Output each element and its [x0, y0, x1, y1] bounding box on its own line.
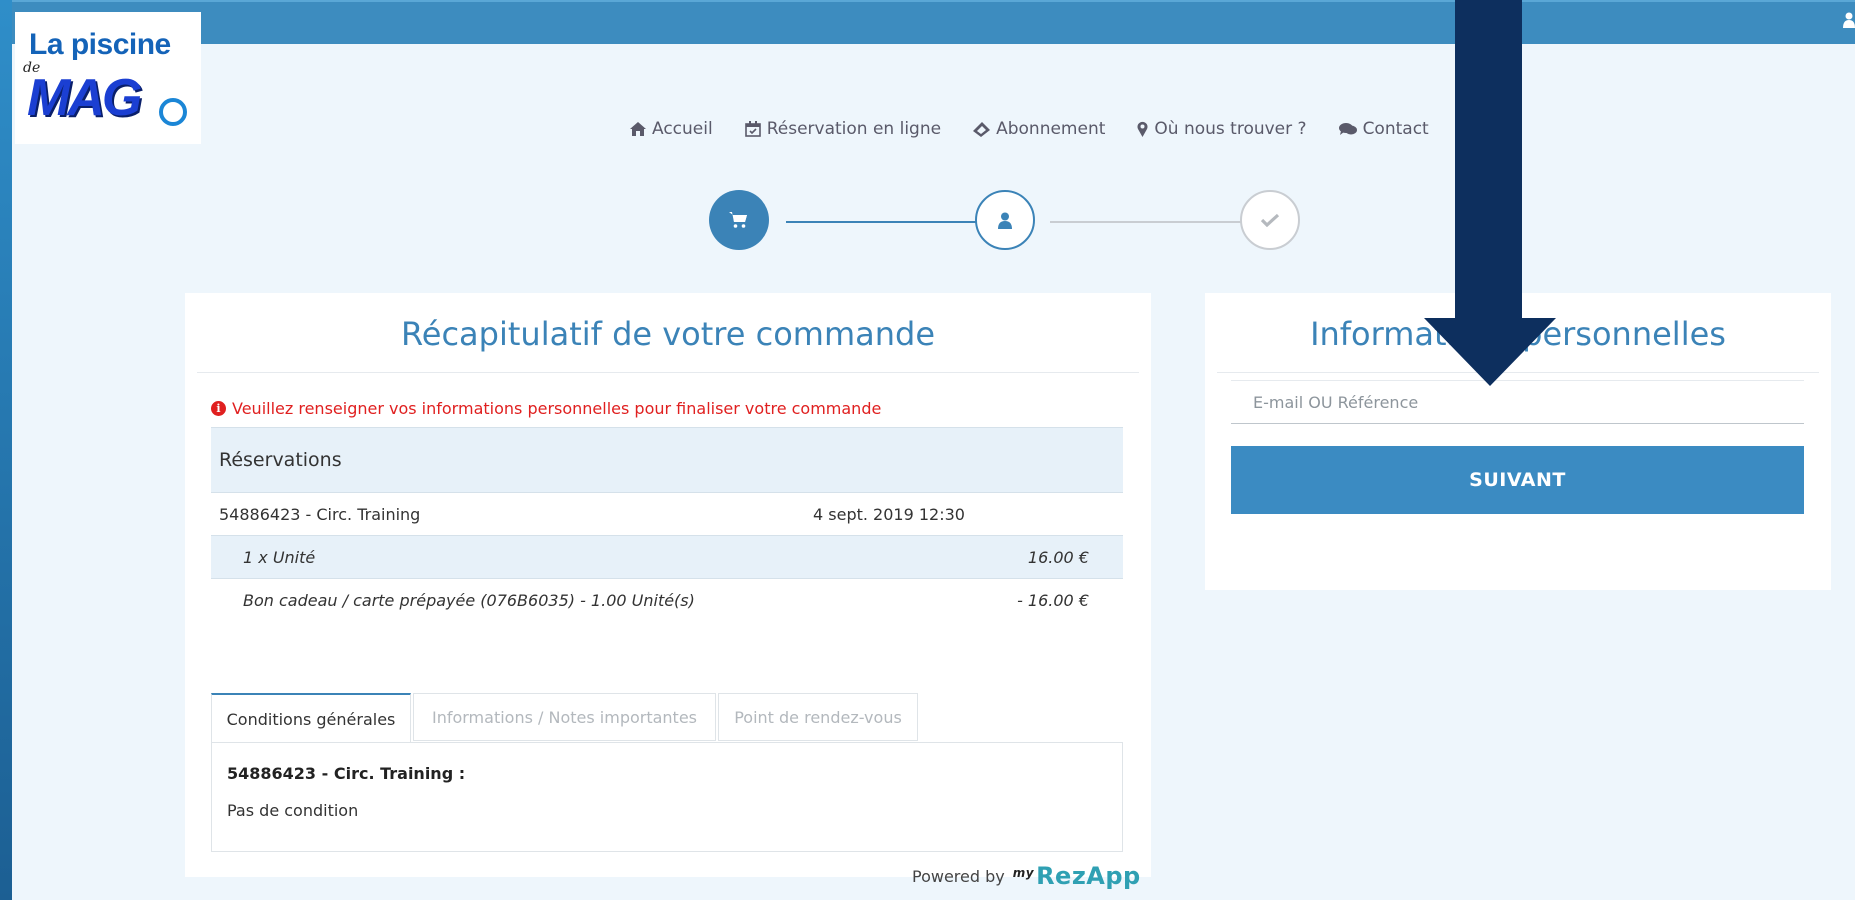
rezapp-logo[interactable]: my RezApp	[1013, 862, 1141, 890]
step-confirmation[interactable]	[1240, 190, 1300, 250]
step-cart[interactable]	[709, 190, 769, 250]
divider	[1217, 372, 1819, 373]
table-header: Réservations	[211, 427, 1123, 493]
divider	[197, 372, 1139, 373]
reservation-date: 4 sept. 2019 12:30	[813, 504, 965, 524]
next-button[interactable]: SUIVANT	[1231, 446, 1804, 514]
unit-amount: 16.00 €	[1027, 547, 1089, 567]
info-circle-icon: i	[211, 401, 226, 416]
table-row: 1 x Unité 16.00 €	[211, 536, 1123, 579]
stepper-line-completed	[786, 221, 990, 223]
unit-label: 1 x Unité	[243, 547, 316, 567]
info-tabs: Conditions générales Informations / Note…	[211, 693, 1123, 743]
personal-info-panel: Informations personnelles SUIVANT	[1205, 293, 1831, 590]
ticket-icon	[973, 121, 991, 137]
check-icon	[1261, 213, 1279, 227]
nav-label: Réservation en ligne	[766, 119, 942, 139]
table-row: Bon cadeau / carte prépayée (076B6035) -…	[211, 579, 1123, 621]
rezapp-logo-text: RezApp	[1036, 862, 1141, 890]
main-nav: Accueil Réservation en ligne Abonnement …	[630, 114, 1429, 144]
nav-item-abonnement[interactable]: Abonnement	[973, 119, 1105, 139]
table-row: 54886423 - Circ. Training 4 sept. 2019 1…	[211, 493, 1123, 536]
conditions-title: 54886423 - Circ. Training :	[227, 764, 466, 783]
calendar-check-icon	[744, 121, 761, 137]
personal-info-title: Informations personnelles	[1310, 315, 1726, 353]
conditions-text: Pas de condition	[227, 801, 359, 820]
gift-card-label: Bon cadeau / carte prépayée (076B6035) -…	[243, 590, 695, 610]
stepper-line-pending	[1050, 221, 1254, 223]
nav-item-accueil[interactable]: Accueil	[630, 119, 713, 139]
nav-item-reservation[interactable]: Réservation en ligne	[744, 119, 942, 139]
tab-panel-conditions: 54886423 - Circ. Training : Pas de condi…	[211, 742, 1123, 852]
user-icon[interactable]	[1843, 12, 1855, 28]
nav-label: Accueil	[652, 119, 713, 139]
site-logo[interactable]: La piscine de MAG	[15, 12, 201, 144]
nav-label: Abonnement	[996, 119, 1106, 139]
tab-point-de-rendez-vous[interactable]: Point de rendez-vous	[718, 693, 918, 741]
map-marker-icon	[1137, 121, 1148, 137]
reservations-table: Réservations 54886423 - Circ. Training 4…	[211, 427, 1123, 621]
alert-message: i Veuillez renseigner vos informations p…	[211, 399, 881, 418]
alert-text: Veuillez renseigner vos informations per…	[232, 399, 882, 418]
gift-card-amount: - 16.00 €	[1017, 590, 1089, 610]
top-bar	[12, 0, 1855, 46]
step-personal-info[interactable]	[975, 190, 1035, 250]
rezapp-logo-prefix: my	[1012, 866, 1035, 880]
tab-informations-notes[interactable]: Informations / Notes importantes	[413, 693, 716, 741]
cart-icon	[729, 212, 747, 228]
comments-icon	[1338, 123, 1357, 135]
window-frame-left	[0, 0, 12, 900]
nav-item-ou-nous-trouver[interactable]: Où nous trouver ?	[1137, 119, 1307, 139]
powered-by-text: Powered by	[912, 866, 1005, 886]
order-summary-panel: Récapitulatif de votre commande i Veuill…	[185, 293, 1151, 877]
email-or-reference-input[interactable]	[1231, 380, 1804, 424]
nav-label: Contact	[1362, 119, 1429, 139]
powered-by-footer: Powered by my RezApp	[912, 862, 1141, 890]
order-summary-title: Récapitulatif de votre commande	[400, 315, 936, 353]
home-icon	[630, 122, 646, 136]
logo-text-main: MAG	[27, 69, 142, 127]
user-icon	[998, 212, 1012, 229]
tab-conditions-generales[interactable]: Conditions générales	[211, 693, 411, 743]
nav-label: Où nous trouver ?	[1154, 119, 1307, 139]
reservation-label: 54886423 - Circ. Training	[219, 504, 421, 524]
logo-text-top: La piscine	[29, 28, 171, 61]
logo-ring-icon	[159, 98, 187, 126]
nav-item-contact[interactable]: Contact	[1338, 119, 1429, 139]
